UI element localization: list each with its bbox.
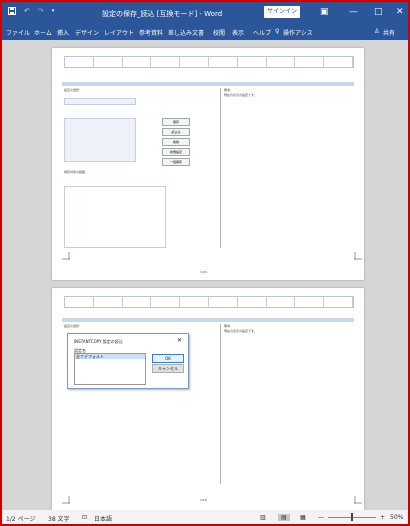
signin-button[interactable]: サインイン bbox=[264, 6, 300, 18]
header-table bbox=[64, 296, 354, 308]
header-table bbox=[64, 56, 354, 68]
page-1: 設定の選択： 備考： 現在の表示の設定です。 保存 読込み 削除 新規設定 一括… bbox=[52, 48, 364, 280]
status-bar: 1/2 ページ 38 文字 ⊡ 日本語 ▥ ▤ ▦ — + 50% bbox=[2, 510, 408, 524]
close-button[interactable]: ✕ bbox=[396, 6, 404, 18]
zoom-out-button[interactable]: — bbox=[318, 514, 324, 521]
page-footer: 1/16 bbox=[200, 270, 207, 274]
word-count[interactable]: 38 文字 bbox=[48, 514, 70, 523]
redo-icon[interactable]: ↷ bbox=[38, 7, 44, 15]
field-label: 設定の選択： bbox=[64, 324, 83, 328]
tab-review[interactable]: 校閲 bbox=[213, 28, 225, 37]
memo-label: 備考： bbox=[224, 88, 234, 92]
tab-file[interactable]: ファイル bbox=[6, 28, 30, 37]
window-title: 設定の保存_読込 [互換モード] - Word bbox=[102, 10, 223, 18]
minimize-button[interactable]: — bbox=[349, 6, 358, 18]
tell-me-box[interactable]: 操作アシス bbox=[283, 28, 313, 37]
lightbulb-icon[interactable]: ♀ bbox=[275, 28, 279, 35]
section-bar bbox=[62, 318, 354, 322]
share-button[interactable]: 共有 bbox=[383, 28, 395, 37]
page-2: 設定の選択： 備考： 現在の表示の設定です。 1/16 bbox=[52, 288, 364, 510]
page-indicator[interactable]: 1/2 ページ bbox=[6, 514, 35, 523]
crop-mark-icon bbox=[62, 252, 70, 260]
load-settings-dialog: INSTANTCOPY 設定の読込 ✕ 設定名 全てデフォルト OK キャンセル bbox=[67, 333, 189, 389]
dialog-close-button[interactable]: ✕ bbox=[177, 337, 182, 344]
web-layout-icon[interactable]: ▦ bbox=[300, 514, 306, 521]
zoom-slider-thumb[interactable] bbox=[351, 513, 353, 521]
new-setting-button[interactable]: 新規設定 bbox=[162, 148, 190, 156]
load-button[interactable]: 読込み bbox=[162, 128, 190, 136]
tab-insert[interactable]: 挿入 bbox=[57, 28, 69, 37]
field-label: 設定の選択： bbox=[64, 88, 83, 92]
list-item[interactable]: 全てデフォルト bbox=[75, 354, 145, 359]
quick-access-toolbar: ↶ ↷ ▾ bbox=[8, 7, 54, 15]
settings-select[interactable] bbox=[64, 98, 136, 105]
zoom-in-button[interactable]: + bbox=[380, 514, 385, 521]
tab-layout[interactable]: レイアウト bbox=[104, 28, 134, 37]
person-icon[interactable]: ♙ bbox=[374, 28, 379, 35]
zoom-level[interactable]: 50% bbox=[390, 514, 403, 521]
settings-tree[interactable] bbox=[64, 186, 166, 248]
title-bar: ↶ ↷ ▾ 設定の保存_読込 [互換モード] - Word サインイン ▣ — … bbox=[2, 2, 408, 24]
ribbon-tabs: ファイル ホーム 挿入 デザイン レイアウト 参考資料 差し込み文書 校閲 表示… bbox=[2, 24, 408, 40]
settings-name-list[interactable]: 全てデフォルト bbox=[74, 353, 146, 385]
crop-mark-icon bbox=[354, 252, 362, 260]
chevron-down-icon[interactable]: ▾ bbox=[52, 8, 55, 14]
ok-button[interactable]: OK bbox=[152, 354, 184, 363]
memo-text: 現在の表示の設定です。 bbox=[224, 329, 257, 333]
ribbon-display-options-icon[interactable]: ▣ bbox=[320, 6, 329, 18]
column-divider bbox=[220, 324, 221, 484]
tab-view[interactable]: 表示 bbox=[232, 28, 244, 37]
bulk-save-button[interactable]: 一括保存 bbox=[162, 158, 190, 166]
cancel-button[interactable]: キャンセル bbox=[152, 364, 184, 373]
page-footer: 1/16 bbox=[200, 498, 207, 502]
maximize-button[interactable]: □ bbox=[374, 6, 383, 18]
tab-design[interactable]: デザイン bbox=[75, 28, 99, 37]
tab-home[interactable]: ホーム bbox=[34, 28, 52, 37]
read-mode-icon[interactable]: ▥ bbox=[260, 514, 266, 521]
memo-label: 備考： bbox=[224, 324, 234, 328]
dialog-title: INSTANTCOPY 設定の読込 bbox=[74, 339, 123, 344]
crop-mark-icon bbox=[62, 496, 70, 504]
language-indicator[interactable]: 日本語 bbox=[94, 514, 112, 523]
delete-button[interactable]: 削除 bbox=[162, 138, 190, 146]
crop-mark-icon bbox=[354, 496, 362, 504]
column-divider bbox=[220, 88, 221, 248]
proofing-icon[interactable]: ⊡ bbox=[82, 514, 87, 521]
settings-list[interactable] bbox=[64, 118, 136, 162]
tab-mailings[interactable]: 差し込み文書 bbox=[168, 28, 204, 37]
tab-help[interactable]: ヘルプ bbox=[253, 28, 271, 37]
section-bar bbox=[62, 82, 354, 86]
undo-icon[interactable]: ↶ bbox=[24, 7, 30, 15]
save-button[interactable]: 保存 bbox=[162, 118, 190, 126]
options-label: 保存対象の範囲 bbox=[64, 170, 86, 174]
print-layout-icon[interactable]: ▤ bbox=[278, 514, 290, 521]
save-icon[interactable] bbox=[8, 7, 16, 15]
tab-references[interactable]: 参考資料 bbox=[139, 28, 163, 37]
document-area[interactable]: 設定の選択： 備考： 現在の表示の設定です。 保存 読込み 削除 新規設定 一括… bbox=[2, 40, 408, 510]
memo-text: 現在の表示の設定です。 bbox=[224, 93, 257, 97]
